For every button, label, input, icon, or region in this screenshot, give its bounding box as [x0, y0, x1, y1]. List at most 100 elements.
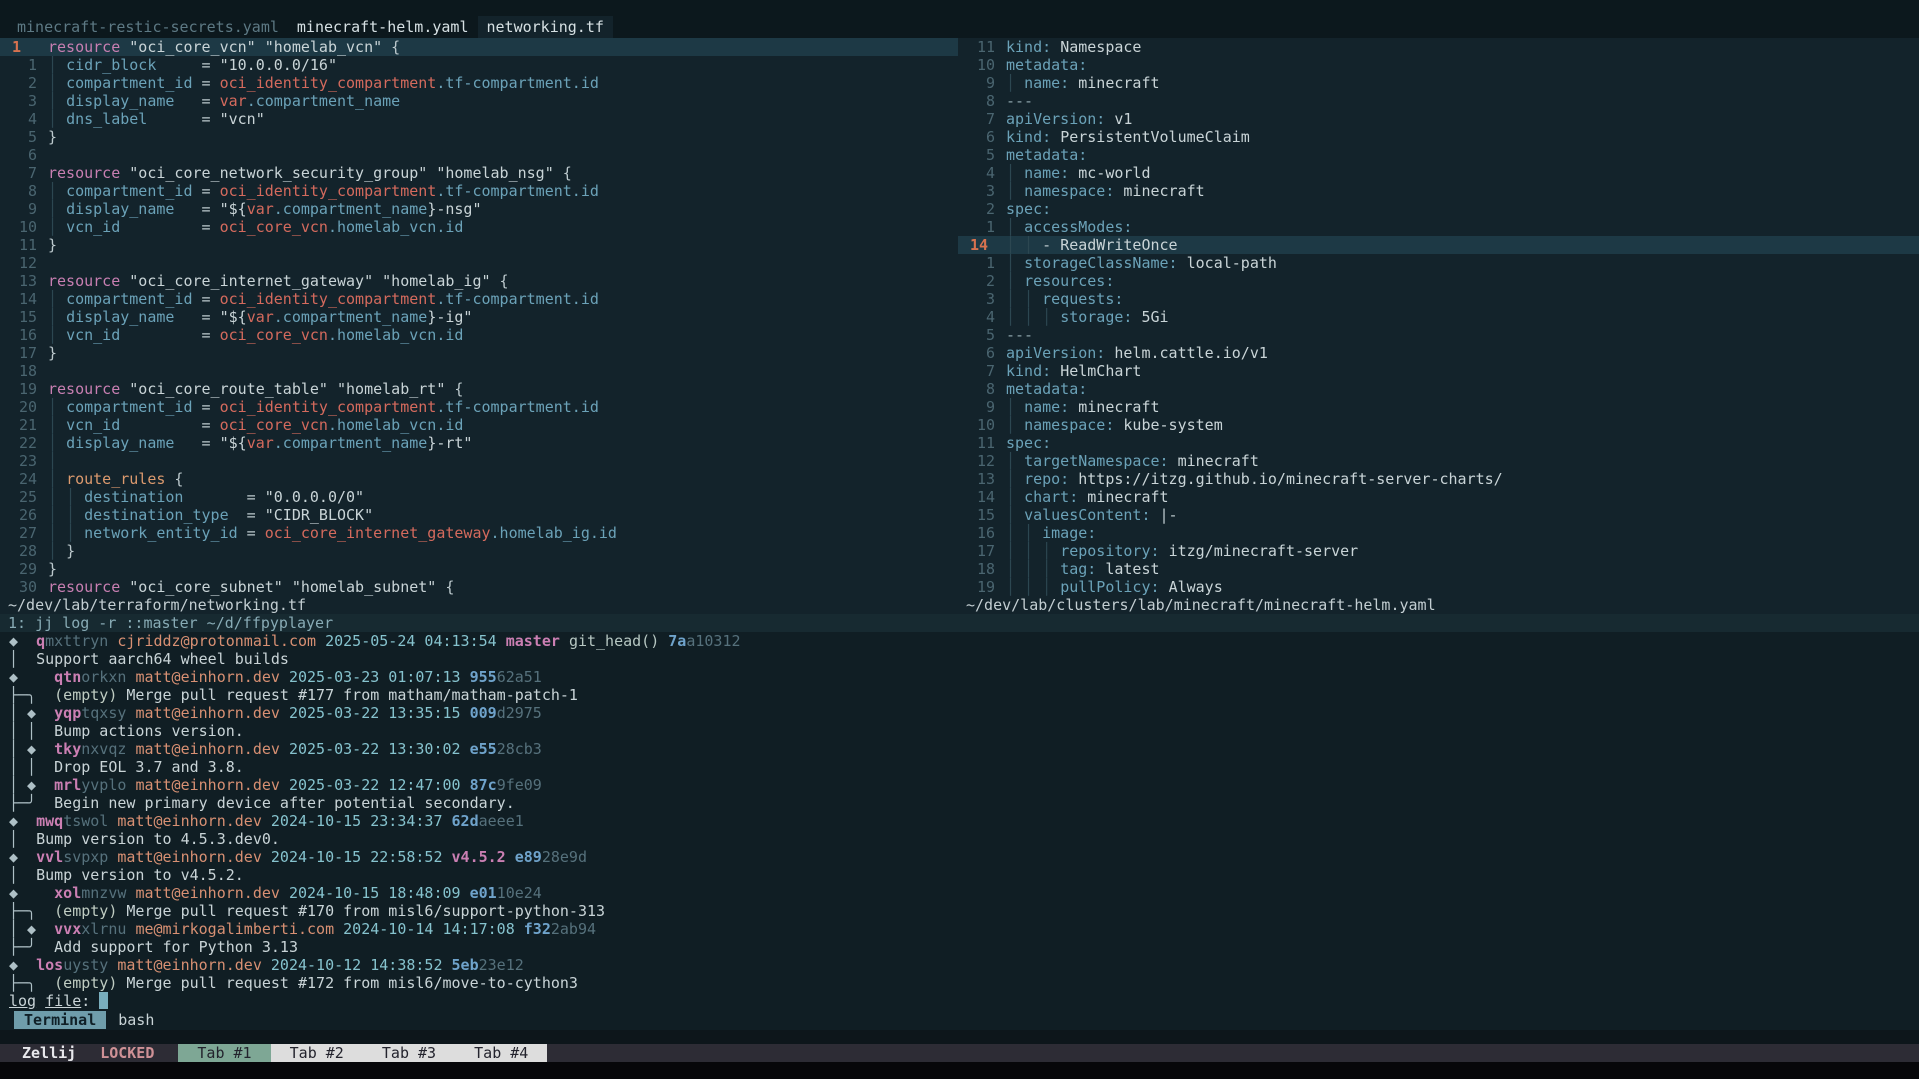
log-line: │ ◆ vvxxlrnu me@mirkogalimberti.com 2024…: [0, 920, 1919, 938]
line-number: 26: [0, 506, 37, 524]
editor-splits: 1resource "oci_core_vcn" "homelab_vcn" {…: [0, 38, 1919, 614]
zellij-mode-indicator: LOCKED: [100, 1044, 154, 1062]
code-line: 1│ cidr_block = "10.0.0.0/16": [0, 56, 958, 74]
buffer-tab-minecraft-helm.yaml[interactable]: minecraft-helm.yaml: [288, 16, 478, 38]
line-number: 3: [958, 290, 995, 308]
line-number: 11: [0, 236, 37, 254]
code-line: 3│ │ requests:: [958, 290, 1919, 308]
line-number: 24: [0, 470, 37, 488]
code-line: 8metadata:: [958, 380, 1919, 398]
code-line: 4│ │ │ storage: 5Gi: [958, 308, 1919, 326]
code-line: 13resource "oci_core_internet_gateway" "…: [0, 272, 958, 290]
line-number: 27: [0, 524, 37, 542]
code-line: 7apiVersion: v1: [958, 110, 1919, 128]
code-line: 2spec:: [958, 200, 1919, 218]
line-number: 6: [958, 344, 995, 362]
log-line: ◆ qtnorkxn matt@einhorn.dev 2025-03-23 0…: [0, 668, 1919, 686]
shell-tab-bar: Terminal bash: [0, 1010, 1919, 1030]
zellij-tabs: Tab #1 Tab #2 Tab #3 Tab #4: [178, 1044, 547, 1062]
code-line: 6apiVersion: helm.cattle.io/v1: [958, 344, 1919, 362]
terminal-prompt[interactable]: log file:: [0, 992, 1919, 1010]
log-line: │ Bump version to 4.5.3.dev0.: [0, 830, 1919, 848]
code-line: 5metadata:: [958, 146, 1919, 164]
editor-pane-minecraft-helm[interactable]: 11kind: Namespace10metadata:9│ name: min…: [958, 38, 1919, 614]
code-line: 24│ route_rules {: [0, 470, 958, 488]
line-number: 19: [958, 578, 995, 596]
code-line: 2│ compartment_id = oci_identity_compart…: [0, 74, 958, 92]
line-number: 7: [958, 110, 995, 128]
code-line: 13│ repo: https://itzg.github.io/minecra…: [958, 470, 1919, 488]
line-number: 14: [0, 290, 37, 308]
buffer-tab-networking.tf[interactable]: networking.tf: [478, 16, 613, 38]
code-line: 8│ compartment_id = oci_identity_compart…: [0, 182, 958, 200]
line-number: 8: [0, 182, 37, 200]
code-line: 11spec:: [958, 434, 1919, 452]
line-number: 9: [0, 200, 37, 218]
tab-bash[interactable]: bash: [118, 1011, 154, 1029]
line-number: 15: [0, 308, 37, 326]
code-line: 27│ │ network_entity_id = oci_core_inter…: [0, 524, 958, 542]
log-line: │ │ Bump actions version.: [0, 722, 1919, 740]
line-number: 4: [958, 308, 995, 326]
line-number: 4: [958, 164, 995, 182]
code-line: 17}: [0, 344, 958, 362]
terminal-title: 1: jj log -r ::master ~/d/ffpyplayer: [0, 614, 1919, 632]
line-number: 7: [958, 362, 995, 380]
zellij-Tab-1[interactable]: Tab #1: [178, 1044, 270, 1062]
code-line: 10│ vcn_id = oci_core_vcn.homelab_vcn.id: [0, 218, 958, 236]
line-number: 12: [958, 452, 995, 470]
bottom-margin: [0, 1062, 1919, 1079]
line-number: 8: [958, 92, 995, 110]
code-area-minecraft-helm[interactable]: 11kind: Namespace10metadata:9│ name: min…: [958, 38, 1919, 596]
line-number: 7: [0, 164, 37, 182]
line-number: 15: [958, 506, 995, 524]
log-line: ├─╯ Add support for Python 3.13: [0, 938, 1919, 956]
line-number: 5: [958, 146, 995, 164]
zellij-status-bar: Zellij LOCKED Tab #1 Tab #2 Tab #3 Tab #…: [0, 1044, 1919, 1062]
code-line: 7resource "oci_core_network_security_gro…: [0, 164, 958, 182]
code-line: 16│ │ image:: [958, 524, 1919, 542]
code-line: 14│ │ - ReadWriteOnce: [958, 236, 1919, 254]
line-number: 1: [0, 56, 37, 74]
log-line: │ Bump version to v4.5.2.: [0, 866, 1919, 884]
line-number: 21: [0, 416, 37, 434]
code-line: 28│ }: [0, 542, 958, 560]
code-line: 23│: [0, 452, 958, 470]
code-line: 25│ │ destination = "0.0.0.0/0": [0, 488, 958, 506]
zellij-Tab-3[interactable]: Tab #3: [363, 1044, 455, 1062]
code-line: 9│ name: minecraft: [958, 74, 1919, 92]
zellij-Tab-4[interactable]: Tab #4: [455, 1044, 547, 1062]
log-line: ◆ xolmnzvw matt@einhorn.dev 2024-10-15 1…: [0, 884, 1919, 902]
line-number: 13: [958, 470, 995, 488]
line-number: 5: [958, 326, 995, 344]
code-line: 4│ name: mc-world: [958, 164, 1919, 182]
code-line: 1│ storageClassName: local-path: [958, 254, 1919, 272]
code-line: 17│ │ │ repository: itzg/minecraft-serve…: [958, 542, 1919, 560]
editor-pane-networking-tf[interactable]: 1resource "oci_core_vcn" "homelab_vcn" {…: [0, 38, 958, 614]
line-number: 11: [958, 434, 995, 452]
line-number: 16: [0, 326, 37, 344]
log-line: ├─╮ (empty) Merge pull request #172 from…: [0, 974, 1919, 992]
zellij-Tab-2[interactable]: Tab #2: [271, 1044, 363, 1062]
log-line: ◆ qmxttryn cjriddz@protonmail.com 2025-0…: [0, 632, 1919, 650]
line-number: 1: [958, 218, 995, 236]
terminal-pane[interactable]: 1: jj log -r ::master ~/d/ffpyplayer ◆ q…: [0, 614, 1919, 1010]
line-number: 22: [0, 434, 37, 452]
buffer-tab-minecraft-restic-secrets.yaml[interactable]: minecraft-restic-secrets.yaml: [8, 16, 288, 38]
line-number: 19: [0, 380, 37, 398]
code-line: 30resource "oci_core_subnet" "homelab_su…: [0, 578, 958, 596]
line-number: 8: [958, 380, 995, 398]
line-number: 9: [958, 74, 995, 92]
statusline-minecraft-helm: ~/dev/lab/clusters/lab/minecraft/minecra…: [958, 596, 1919, 614]
code-line: 4│ dns_label = "vcn": [0, 110, 958, 128]
code-line: 3│ display_name = var.compartment_name: [0, 92, 958, 110]
current-line-number: 14: [958, 236, 995, 254]
code-line: 7kind: HelmChart: [958, 362, 1919, 380]
code-line: 20│ compartment_id = oci_identity_compar…: [0, 398, 958, 416]
line-number: 13: [0, 272, 37, 290]
code-line: 19│ │ │ pullPolicy: Always: [958, 578, 1919, 596]
statusline-networking-tf: ~/dev/lab/terraform/networking.tf: [0, 596, 958, 614]
code-area-networking-tf[interactable]: 1resource "oci_core_vcn" "homelab_vcn" {…: [0, 38, 958, 596]
tab-terminal[interactable]: Terminal: [14, 1011, 106, 1029]
line-number: 18: [0, 362, 37, 380]
